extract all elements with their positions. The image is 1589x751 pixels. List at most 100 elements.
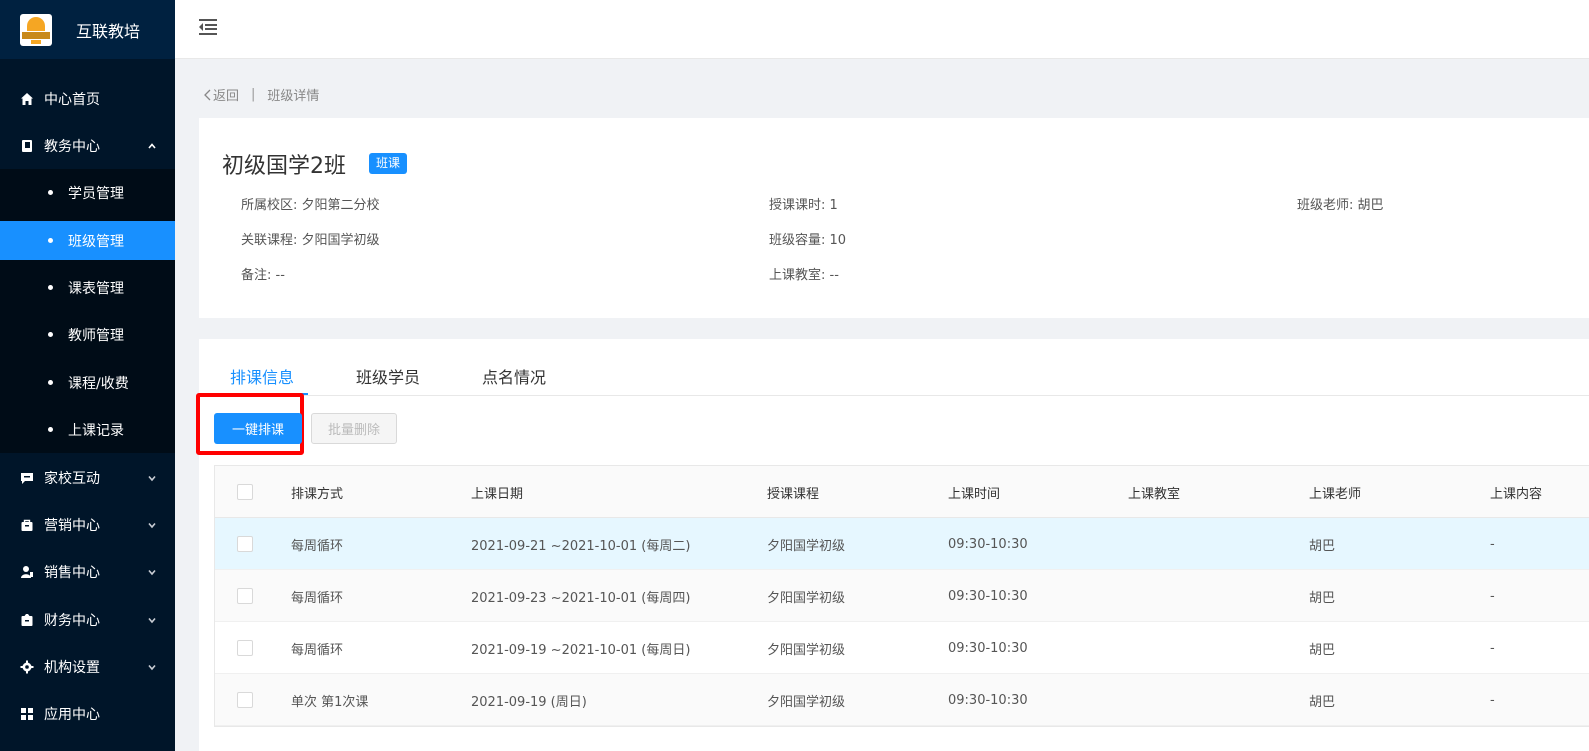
breadcrumb: 返回 | 班级详情 bbox=[203, 85, 319, 104]
bullet-icon bbox=[48, 238, 53, 243]
capacity-field: 班级容量: 10 bbox=[769, 233, 847, 248]
cell-course: 夕阳国学初级 bbox=[767, 538, 846, 554]
book-icon bbox=[20, 139, 34, 153]
wallet-icon bbox=[20, 613, 34, 627]
sidebar-item-org-settings[interactable]: 机构设置 bbox=[0, 643, 175, 690]
sidebar-item-label: 学员管理 bbox=[68, 185, 124, 202]
table-header: 排课方式 上课日期 授课课程 上课时间 上课教室 上课老师 上课内容 bbox=[215, 466, 1589, 518]
breadcrumb-separator: | bbox=[251, 87, 256, 102]
batch-delete-button[interactable]: 批量删除 bbox=[311, 413, 397, 444]
row-checkbox[interactable] bbox=[237, 674, 253, 726]
sidebar-item-courses-fees[interactable]: 课程/收费 bbox=[0, 363, 175, 402]
chevron-up-icon bbox=[147, 122, 157, 169]
tabs-card: 排课信息 班级学员 点名情况 一键排课 批量删除 排课方式 上课日期 授课课程 … bbox=[196, 339, 1589, 751]
cell-mode: 单次 第1次课 bbox=[291, 694, 369, 710]
chevron-down-icon bbox=[147, 596, 157, 643]
cell-course: 夕阳国学初级 bbox=[767, 694, 846, 710]
course-field: 关联课程: 夕阳国学初级 bbox=[241, 233, 380, 248]
teacher-field: 班级老师: 胡巴 bbox=[1297, 198, 1384, 213]
back-label: 返回 bbox=[213, 89, 240, 104]
campus-field: 所属校区: 夕阳第二分校 bbox=[241, 198, 380, 213]
table-row[interactable]: 每周循环 2021-09-19 ~2021-10-01 (每周日) 夕阳国学初级… bbox=[215, 622, 1589, 674]
class-type-badge: 班课 bbox=[369, 153, 408, 174]
tab-attendance[interactable]: 点名情况 bbox=[482, 364, 546, 388]
bag-icon bbox=[20, 518, 34, 532]
row-checkbox[interactable] bbox=[237, 622, 253, 674]
sidebar-item-finance[interactable]: 财务中心 bbox=[0, 596, 175, 643]
cell-time: 09:30-10:30 bbox=[948, 588, 1028, 604]
sidebar-item-class-records[interactable]: 上课记录 bbox=[0, 410, 175, 449]
sidebar-item-label: 上课记录 bbox=[68, 422, 124, 439]
sidebar-item-sales[interactable]: 销售中心 bbox=[0, 548, 175, 595]
grid-icon bbox=[20, 707, 34, 721]
tab-class-students[interactable]: 班级学员 bbox=[356, 364, 420, 388]
table-row[interactable]: 每周循环 2021-09-21 ~2021-10-01 (每周二) 夕阳国学初级… bbox=[215, 518, 1589, 570]
user-icon bbox=[20, 565, 34, 579]
row-checkbox[interactable] bbox=[237, 570, 253, 622]
sidebar-item-label: 营销中心 bbox=[44, 517, 100, 534]
sidebar-item-label: 中心首页 bbox=[44, 91, 100, 108]
chevron-down-icon bbox=[147, 454, 157, 501]
bullet-icon bbox=[48, 427, 53, 432]
cell-date: 2021-09-23 ~2021-10-01 (每周四) bbox=[471, 590, 691, 606]
breadcrumb-current: 班级详情 bbox=[267, 89, 320, 104]
sidebar-item-label: 班级管理 bbox=[68, 233, 124, 250]
brand-name: 互联教培 bbox=[76, 21, 141, 41]
back-link[interactable]: 返回 bbox=[203, 85, 239, 104]
sidebar-item-label: 应用中心 bbox=[44, 706, 100, 723]
cell-time: 09:30-10:30 bbox=[948, 640, 1028, 656]
header-time: 上课时间 bbox=[948, 486, 1001, 502]
chevron-down-icon bbox=[147, 643, 157, 690]
cell-teacher: 胡巴 bbox=[1309, 538, 1336, 554]
bullet-icon bbox=[48, 332, 53, 337]
cell-content: - bbox=[1490, 588, 1495, 604]
sidebar: 互联教培 中心首页 教务中心 学员管理 班级管理 课表管理 教师管理 课程/收费… bbox=[0, 0, 175, 751]
cell-time: 09:30-10:30 bbox=[948, 692, 1028, 708]
header-mode: 排课方式 bbox=[291, 486, 344, 502]
cell-content: - bbox=[1490, 640, 1495, 656]
chevron-left-icon bbox=[204, 89, 211, 100]
sidebar-item-academic[interactable]: 教务中心 bbox=[0, 122, 175, 169]
hours-field: 授课课时: 1 bbox=[769, 198, 838, 213]
sidebar-item-timetable[interactable]: 课表管理 bbox=[0, 268, 175, 307]
tabs-bar: 排课信息 班级学员 点名情况 bbox=[199, 339, 1589, 396]
class-title: 初级国学2班 bbox=[222, 154, 346, 179]
cell-course: 夕阳国学初级 bbox=[767, 590, 846, 606]
sidebar-item-home-school[interactable]: 家校互动 bbox=[0, 454, 175, 501]
remark-field: 备注: -- bbox=[241, 268, 285, 283]
submenu-academic: 学员管理 班级管理 课表管理 教师管理 课程/收费 上课记录 bbox=[0, 169, 175, 453]
cell-mode: 每周循环 bbox=[291, 590, 344, 606]
header-teacher: 上课老师 bbox=[1309, 486, 1362, 502]
sidebar-item-app-center[interactable]: 应用中心 bbox=[0, 690, 175, 737]
sidebar-item-label: 课程/收费 bbox=[68, 375, 129, 392]
chevron-down-icon bbox=[147, 548, 157, 595]
schedule-table: 排课方式 上课日期 授课课程 上课时间 上课教室 上课老师 上课内容 每周循环 … bbox=[214, 465, 1589, 727]
sidebar-item-teachers[interactable]: 教师管理 bbox=[0, 315, 175, 354]
header-room: 上课教室 bbox=[1128, 486, 1181, 502]
select-all-checkbox[interactable] bbox=[237, 466, 253, 518]
row-checkbox[interactable] bbox=[237, 518, 253, 570]
one-click-schedule-button[interactable]: 一键排课 bbox=[214, 413, 302, 444]
sidebar-item-marketing[interactable]: 营销中心 bbox=[0, 501, 175, 548]
table-row[interactable]: 每周循环 2021-09-23 ~2021-10-01 (每周四) 夕阳国学初级… bbox=[215, 570, 1589, 622]
sidebar-item-classes[interactable]: 班级管理 bbox=[0, 221, 175, 260]
sidebar-item-students[interactable]: 学员管理 bbox=[0, 173, 175, 212]
cell-teacher: 胡巴 bbox=[1309, 694, 1336, 710]
sidebar-item-home[interactable]: 中心首页 bbox=[0, 75, 175, 122]
sidebar-item-label: 教务中心 bbox=[44, 138, 100, 155]
header-content: 上课内容 bbox=[1490, 486, 1543, 502]
cell-mode: 每周循环 bbox=[291, 538, 344, 554]
gear-icon bbox=[20, 660, 34, 674]
bullet-icon bbox=[48, 380, 53, 385]
sidebar-item-label: 财务中心 bbox=[44, 612, 100, 629]
classroom-field: 上课教室: -- bbox=[769, 268, 839, 283]
chevron-down-icon bbox=[147, 501, 157, 548]
brand: 互联教培 bbox=[0, 0, 175, 59]
menu-fold-icon[interactable] bbox=[199, 17, 217, 35]
table-row[interactable]: 单次 第1次课 2021-09-19 (周日) 夕阳国学初级 09:30-10:… bbox=[215, 674, 1589, 726]
cell-teacher: 胡巴 bbox=[1309, 642, 1336, 658]
cell-time: 09:30-10:30 bbox=[948, 536, 1028, 552]
sidebar-item-label: 机构设置 bbox=[44, 659, 100, 676]
tab-schedule[interactable]: 排课信息 bbox=[230, 364, 294, 388]
bullet-icon bbox=[48, 190, 53, 195]
